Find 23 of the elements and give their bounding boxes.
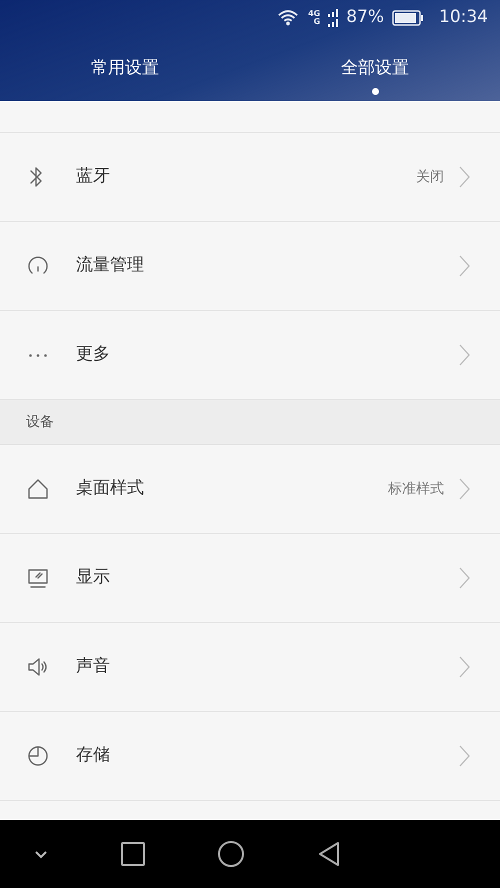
chevron-right-icon bbox=[458, 344, 470, 366]
tab[interactable]: 常用设置 bbox=[60, 56, 190, 94]
home-button-icon[interactable] bbox=[217, 840, 246, 868]
chevron-right-icon bbox=[458, 166, 470, 188]
clock-time: 10:34 bbox=[439, 6, 488, 30]
recent-apps-icon[interactable] bbox=[120, 842, 145, 866]
chevron-right-icon bbox=[458, 478, 470, 500]
pie-chart-icon bbox=[26, 744, 50, 768]
chevron-right-icon bbox=[458, 255, 470, 277]
chevron-right-icon bbox=[458, 567, 470, 589]
back-icon[interactable] bbox=[318, 841, 340, 867]
collapse-icon[interactable] bbox=[34, 850, 48, 858]
signal-icon bbox=[328, 8, 338, 28]
battery-icon bbox=[392, 10, 423, 26]
network-label: 4G bbox=[308, 10, 320, 18]
network-label: G bbox=[314, 18, 320, 26]
home-icon bbox=[26, 477, 50, 501]
tab[interactable]: 全部设置 bbox=[310, 56, 440, 94]
chevron-right-icon bbox=[458, 656, 470, 678]
battery-percent: 87% bbox=[346, 6, 384, 30]
chevron-right-icon bbox=[458, 745, 470, 767]
more-icon bbox=[29, 354, 47, 356]
section-title: 设备 bbox=[26, 412, 54, 432]
